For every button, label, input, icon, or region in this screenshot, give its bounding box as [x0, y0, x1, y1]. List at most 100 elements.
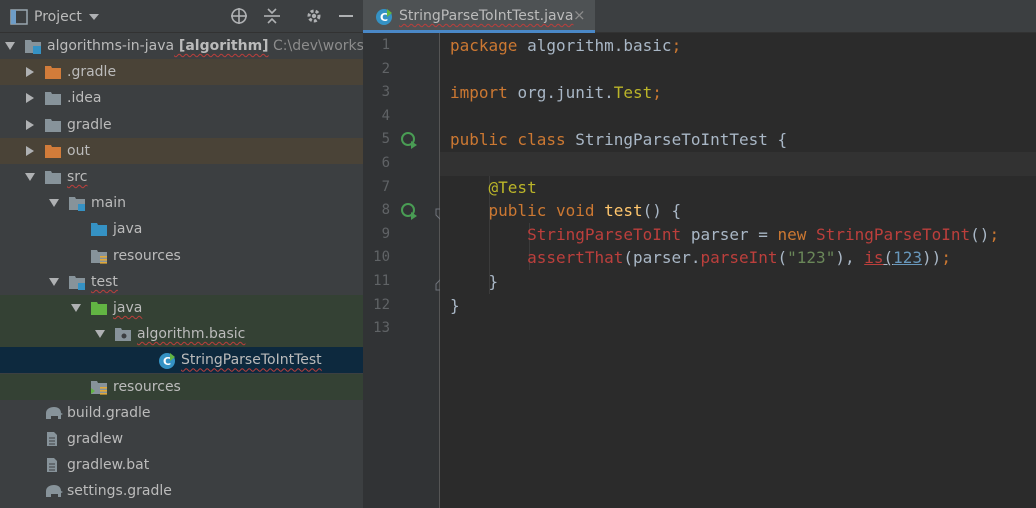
tree-item[interactable]: main [0, 190, 363, 216]
code-token: ; [989, 224, 1000, 244]
tree-item[interactable]: algorithm.basic [0, 321, 363, 348]
tree-item[interactable]: gradlew [0, 426, 363, 452]
project-tool-window: Project algorithms-in-java [algorithm] C… [0, 0, 363, 508]
chevron-down-icon[interactable] [4, 40, 16, 52]
chevron-down-icon[interactable] [24, 171, 36, 183]
tree-item[interactable]: C StringParseToIntTest [0, 347, 363, 374]
code-token: ), [835, 248, 865, 268]
line-number: 7 [381, 178, 390, 195]
tree-item[interactable]: resources [0, 243, 363, 269]
tree-item[interactable]: build.gradle [0, 400, 363, 426]
tree-item-name: .gradle [67, 64, 117, 81]
tree-item[interactable]: resources [0, 373, 363, 400]
tree-item-name: .idea [67, 90, 102, 107]
code-line[interactable]: } [450, 270, 499, 294]
tree-item-name: main [91, 195, 126, 212]
tree-item[interactable]: gradlew.bat [0, 452, 363, 478]
chevron-right-icon[interactable] [24, 145, 36, 157]
tree-item-label: gradle [67, 116, 112, 134]
line-number: 6 [381, 155, 390, 171]
tree-item[interactable]: test [0, 269, 363, 295]
tree-item[interactable]: settings.gradle [0, 478, 363, 504]
caret-line-highlight [440, 152, 1036, 176]
editor-tab-stringparsetointtest[interactable]: C StringParseToIntTest.java × [363, 0, 595, 33]
code-token: "123" [787, 248, 836, 268]
tree-item-name: java [113, 300, 143, 316]
tree-item-name: build.gradle [67, 404, 151, 421]
code-token: StringParseToInt [527, 224, 682, 244]
tree-item-name: algorithms-in-java [47, 38, 175, 54]
tree-item[interactable]: out [0, 137, 363, 164]
code-token: ; [652, 83, 662, 103]
chevron-right-icon[interactable] [24, 119, 36, 131]
close-icon[interactable]: × [573, 6, 586, 24]
tree-item[interactable]: java [0, 295, 363, 321]
code-editor[interactable]: package algorithm.basic; import org.junit… [440, 33, 1036, 508]
minimize-icon[interactable] [336, 6, 356, 26]
tree-item-name: settings.gradle [67, 483, 172, 500]
locate-icon[interactable] [229, 6, 249, 26]
tree-item[interactable]: .gradle [0, 59, 363, 86]
chevron-down-icon[interactable] [70, 302, 82, 314]
folder-resources-icon [90, 248, 108, 264]
code-line[interactable]: @Test [450, 176, 537, 200]
code-token: @Test [488, 177, 537, 197]
code-token: package [450, 36, 528, 55]
tree-item-label: src [67, 168, 87, 186]
chevron-right-icon[interactable] [24, 66, 36, 78]
tree-item-label: .gradle [67, 63, 116, 81]
file-icon [44, 457, 62, 473]
tab-label: StringParseToIntTest.java [399, 8, 574, 24]
code-line[interactable]: } [450, 294, 460, 318]
folder-test-icon [90, 300, 108, 316]
code-line[interactable]: import org.junit.Test; [450, 81, 662, 105]
code-line[interactable]: public void test() { [450, 199, 682, 223]
tree-item[interactable]: algorithms-in-java [algorithm] C:\dev\wo… [0, 33, 363, 59]
tree-item-label: algorithms-in-java [algorithm] C:\dev\wo… [47, 37, 363, 55]
code-line[interactable]: assertThat(parser.parseInt("123"), is(12… [450, 246, 951, 270]
code-token: () [970, 224, 990, 244]
tree-item-name: gradlew.bat [67, 457, 150, 474]
code-token: is [864, 248, 884, 268]
run-test-icon[interactable] [400, 202, 418, 221]
code-line[interactable]: package algorithm.basic; [450, 34, 681, 58]
tree-item-label: gradlew.bat [67, 456, 149, 474]
collapse-all-icon[interactable] [262, 6, 282, 26]
gear-icon[interactable] [304, 6, 324, 26]
chevron-down-icon[interactable] [48, 276, 60, 288]
project-view-selector[interactable]: Project [10, 6, 100, 28]
tree-item-name: gradle [67, 116, 112, 133]
code-token: public void [488, 201, 605, 221]
folder-excluded-icon [44, 64, 62, 80]
tree-item[interactable]: src [0, 164, 363, 190]
code-token: StringParseToIntTest [575, 130, 778, 150]
chevron-down-icon[interactable] [94, 328, 106, 340]
tree-item-label: StringParseToIntTest [181, 351, 322, 369]
run-test-icon[interactable] [400, 131, 418, 150]
tree-item-name: resources [113, 247, 181, 264]
tree-item[interactable]: gradle [0, 112, 363, 138]
tree-item-name: java [113, 221, 143, 238]
code-token: ; [941, 248, 951, 268]
tree-item[interactable]: .idea [0, 85, 363, 111]
chevron-right-icon[interactable] [24, 92, 36, 104]
code-line[interactable]: public class StringParseToIntTest { [450, 128, 787, 152]
tree-item-label: resources [113, 247, 181, 265]
tree-item-name: resources [113, 378, 181, 395]
chevron-down-icon[interactable] [48, 197, 60, 209]
svg-text:C: C [163, 355, 171, 368]
tree-item[interactable]: java [0, 216, 363, 242]
line-number: 5 [381, 131, 390, 148]
tree-item-label: algorithm.basic [137, 325, 245, 343]
tree-item-name: test [91, 273, 118, 290]
tree-item-name: src [67, 169, 88, 185]
code-line[interactable]: StringParseToInt parser = new StringPars… [450, 223, 999, 247]
tree-item-label: resources [113, 378, 181, 396]
code-token: )) [922, 248, 942, 268]
line-number: 3 [381, 84, 390, 101]
code-token: } [450, 272, 499, 291]
code-token: assertThat [527, 248, 624, 268]
project-window-icon [10, 9, 28, 25]
line-number: 8 [381, 202, 390, 219]
